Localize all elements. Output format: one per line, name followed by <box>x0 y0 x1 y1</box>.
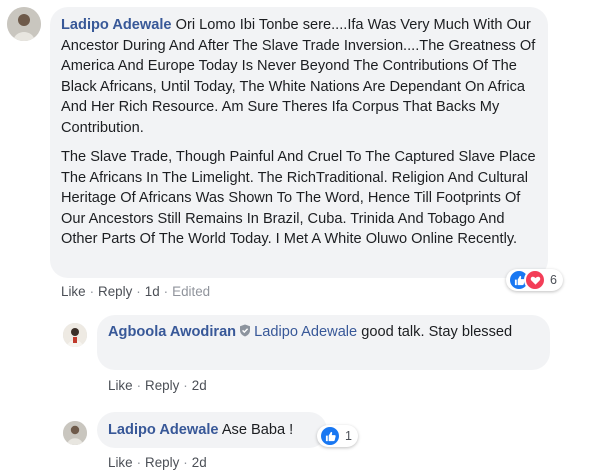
like-link[interactable]: Like <box>108 455 133 470</box>
separator-dot: · <box>183 455 188 470</box>
comment-text: Ori Lomo Ibi Tonbe sere....Ifa Was Very … <box>61 17 536 136</box>
timestamp[interactable]: 1d <box>145 284 160 299</box>
separator-dot: · <box>183 378 188 393</box>
reply-author[interactable]: Ladipo Adewale <box>108 422 219 438</box>
love-icon <box>524 269 546 291</box>
separator-dot: · <box>136 284 141 299</box>
reply-link[interactable]: Reply <box>145 455 179 470</box>
reply-bubble: Agboola Awodiran Ladipo Adewale good talk… <box>97 315 550 370</box>
reaction-count: 6 <box>550 273 557 287</box>
avatar[interactable] <box>63 421 87 445</box>
reply-text: Ase Baba ! <box>221 422 294 438</box>
reply-link[interactable]: Reply <box>145 378 179 393</box>
comment-bubble: Ladipo Adewale Ori Lomo Ibi Tonbe sere..… <box>50 7 548 278</box>
timestamp[interactable]: 2d <box>192 378 207 393</box>
reply-author[interactable]: Agboola Awodiran <box>108 324 236 340</box>
reply-actions: Like · Reply · 2d <box>108 378 207 393</box>
reaction-count: 1 <box>345 429 352 443</box>
timestamp[interactable]: 2d <box>192 455 207 470</box>
comment-actions: Like · Reply · 1d · Edited <box>61 284 210 299</box>
profile-photo <box>7 7 41 41</box>
reply-text: good talk. Stay blessed <box>361 324 513 340</box>
reply-bubble: Ladipo Adewale Ase Baba ! <box>97 412 327 448</box>
shield-badge-icon <box>239 323 251 344</box>
separator-dot: · <box>136 378 142 393</box>
reaction-summary[interactable]: 6 <box>506 269 563 291</box>
separator-dot: · <box>163 284 169 299</box>
profile-photo <box>63 421 87 445</box>
reply-actions: Like · Reply · 2d <box>108 455 207 470</box>
like-link[interactable]: Like <box>108 378 133 393</box>
edited-label[interactable]: Edited <box>172 284 210 299</box>
comment-author[interactable]: Ladipo Adewale <box>61 17 172 33</box>
reply-link[interactable]: Reply <box>98 284 132 299</box>
separator-dot: · <box>89 284 95 299</box>
avatar[interactable] <box>7 7 41 41</box>
profile-photo <box>63 323 87 347</box>
reaction-summary[interactable]: 1 <box>317 425 358 447</box>
avatar[interactable] <box>63 323 87 347</box>
like-link[interactable]: Like <box>61 284 86 299</box>
mention-link[interactable]: Ladipo Adewale <box>254 324 357 340</box>
like-icon <box>319 425 341 447</box>
comment-paragraph: Ladipo Adewale Ori Lomo Ibi Tonbe sere..… <box>61 15 541 138</box>
separator-dot: · <box>136 455 142 470</box>
comment-paragraph: The Slave Trade, Though Painful And Crue… <box>61 149 536 247</box>
